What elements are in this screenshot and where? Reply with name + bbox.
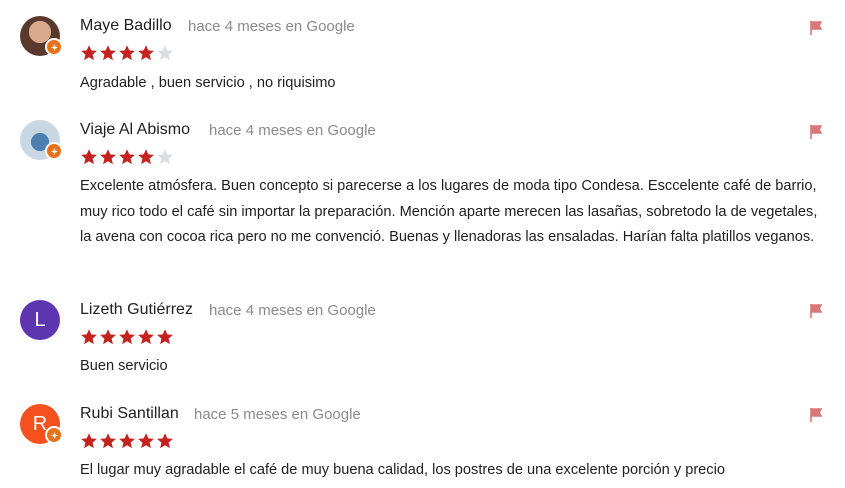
star-filled-icon xyxy=(119,149,135,165)
review-time: hace 5 meses en Google xyxy=(194,406,361,423)
review-text: Excelente atmósfera. Buen concepto si pa… xyxy=(80,178,818,245)
star-filled-icon xyxy=(138,149,154,165)
flag-icon[interactable] xyxy=(809,303,825,319)
star-filled-icon xyxy=(138,45,154,61)
star-filled-icon xyxy=(119,329,135,345)
review-text: Buen servicio xyxy=(80,358,168,374)
star-filled-icon xyxy=(100,45,116,61)
avatar[interactable]: L xyxy=(20,300,60,340)
star-filled-icon xyxy=(100,149,116,165)
star-filled-icon xyxy=(157,433,173,449)
star-filled-icon xyxy=(81,433,97,449)
star-rating xyxy=(80,328,174,348)
reviewer-name[interactable]: Viaje Al Abismo xyxy=(80,121,190,139)
star-filled-icon xyxy=(81,149,97,165)
avatar-letter: L xyxy=(34,308,46,331)
star-empty-icon xyxy=(157,45,173,61)
star-filled-icon xyxy=(81,45,97,61)
reviewer-name[interactable]: Rubi Santillan xyxy=(80,405,179,423)
star-filled-icon xyxy=(119,45,135,61)
star-empty-icon xyxy=(157,149,173,165)
reviewer-name[interactable]: Lizeth Gutiérrez xyxy=(80,301,193,319)
review-text: El lugar muy agradable el café de muy bu… xyxy=(80,462,725,478)
star-filled-icon xyxy=(157,329,173,345)
star-filled-icon xyxy=(119,433,135,449)
review-time: hace 4 meses en Google xyxy=(209,122,376,139)
flag-icon[interactable] xyxy=(809,124,825,140)
review-time: hace 4 meses en Google xyxy=(209,302,376,319)
star-rating xyxy=(80,44,174,64)
reviewer-name[interactable]: Maye Badillo xyxy=(80,17,172,35)
star-filled-icon xyxy=(138,433,154,449)
avatar[interactable] xyxy=(20,120,63,160)
review-time: hace 4 meses en Google xyxy=(188,18,355,35)
avatar[interactable]: R xyxy=(20,404,63,444)
star-rating xyxy=(80,432,174,452)
star-filled-icon xyxy=(100,433,116,449)
local-guide-badge-icon xyxy=(45,38,63,56)
star-rating xyxy=(80,148,174,168)
local-guide-badge-icon xyxy=(45,142,63,160)
star-filled-icon xyxy=(138,329,154,345)
star-filled-icon xyxy=(81,329,97,345)
local-guide-badge-icon xyxy=(45,426,63,444)
review-text: Agradable , buen servicio , no riquisimo xyxy=(80,75,336,91)
avatar[interactable] xyxy=(20,16,63,56)
flag-icon[interactable] xyxy=(809,20,825,36)
star-filled-icon xyxy=(100,329,116,345)
flag-icon[interactable] xyxy=(809,407,825,423)
